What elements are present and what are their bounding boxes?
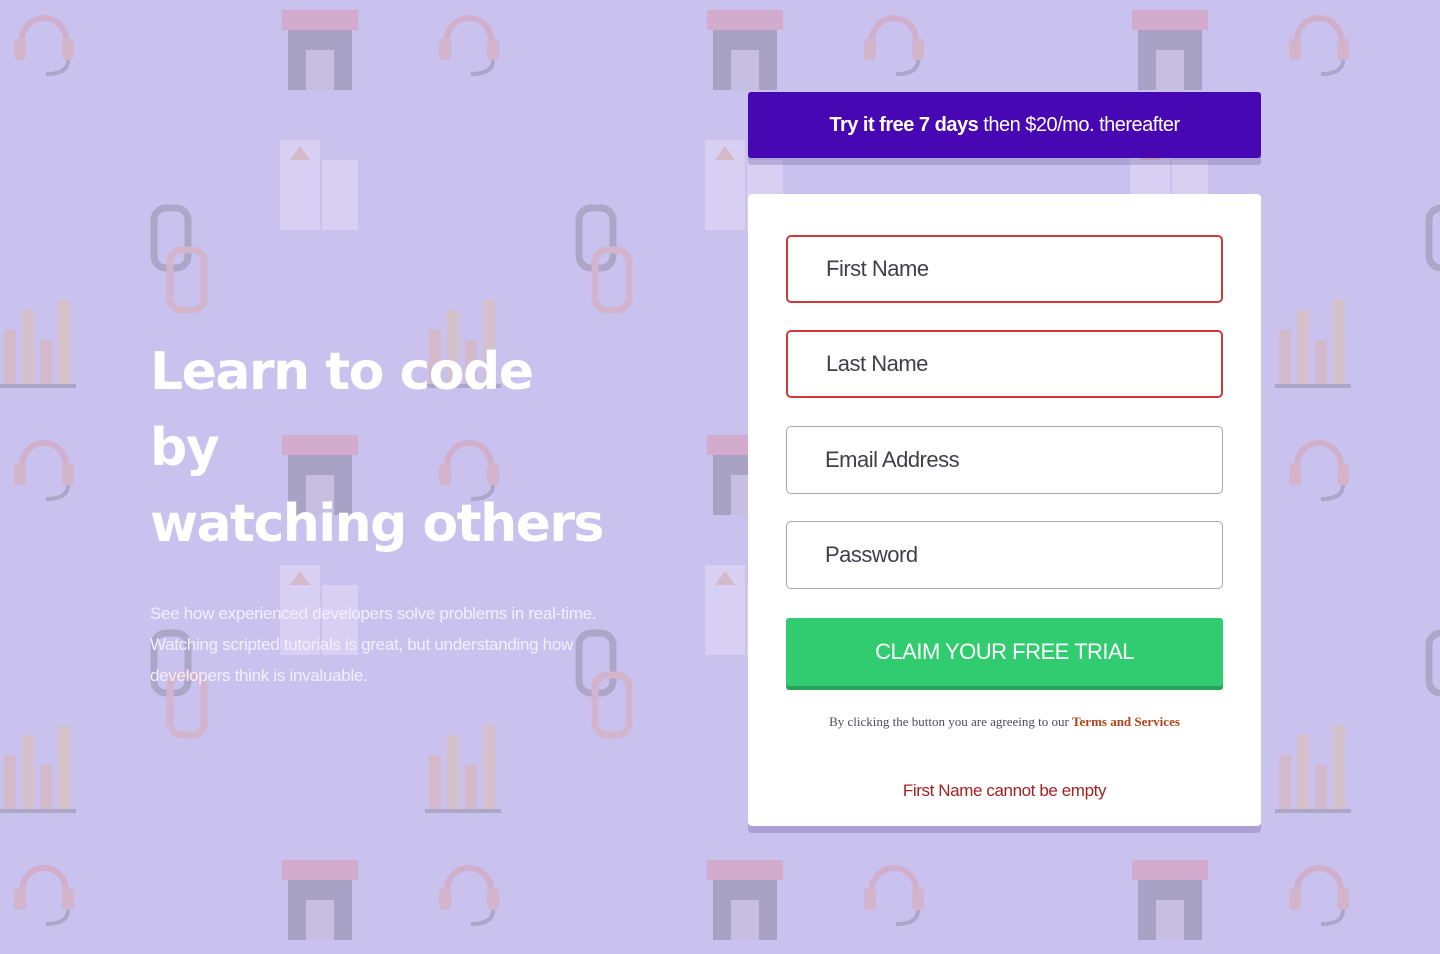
hero-section: Learn to code by watching others See how… (150, 334, 610, 691)
promo-bold-text: Try it free 7 days (829, 114, 979, 136)
promo-rest-text: then $20/mo. thereafter (978, 114, 1180, 136)
first-name-input[interactable] (786, 235, 1223, 303)
terms-notice: By clicking the button you are agreeing … (748, 714, 1261, 730)
error-message: First Name cannot be empty (902, 781, 1107, 800)
password-input[interactable] (786, 521, 1223, 589)
terms-text: By clicking the button you are agreeing … (829, 714, 1073, 729)
claim-free-trial-button[interactable]: CLAIM YOUR FREE TRIAL (786, 618, 1223, 686)
hero-title-line1: Learn to code by (150, 342, 534, 478)
last-name-input[interactable] (786, 330, 1223, 398)
terms-link[interactable]: Terms and Services (1072, 714, 1180, 729)
email-input[interactable] (786, 426, 1223, 494)
hero-title: Learn to code by watching others (150, 334, 610, 562)
promo-banner: Try it free 7 days then $20/mo. thereaft… (748, 92, 1261, 158)
hero-title-line2: watching others (150, 494, 604, 554)
signup-form: CLAIM YOUR FREE TRIAL By clicking the bu… (748, 194, 1261, 826)
hero-description: See how experienced developers solve pro… (150, 604, 597, 685)
